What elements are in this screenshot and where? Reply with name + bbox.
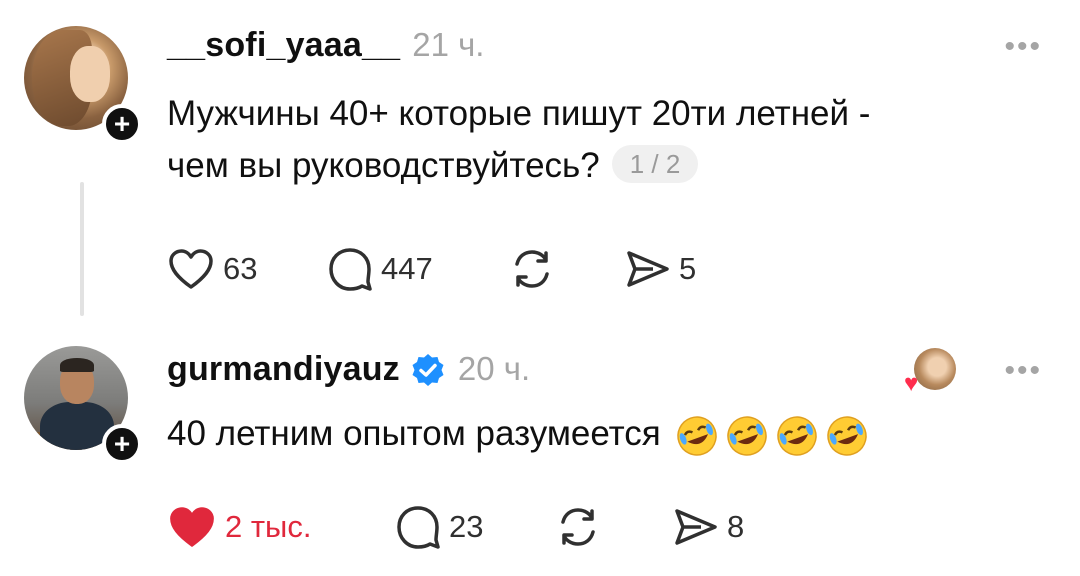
post-text: 40 летним опытом разумеется <box>167 414 661 453</box>
laughing-emoji-icon <box>677 416 717 456</box>
like-count: 2 тыс. <box>225 509 312 544</box>
laughing-emoji-icon <box>727 416 767 456</box>
more-options-icon[interactable]: ••• <box>1004 30 1042 64</box>
thread-post-2: + gurmandiyauz 20 ч. ♥ ••• 40 летним опы… <box>0 330 1080 576</box>
send-icon <box>627 251 669 287</box>
send-icon <box>675 509 717 545</box>
laughing-emoji-icon <box>777 416 817 456</box>
more-options-icon[interactable]: ••• <box>1004 354 1042 388</box>
share-count: 5 <box>679 251 697 286</box>
action-bar: 2 тыс. 23 8 <box>167 504 744 550</box>
post-text-line: Мужчины 40+ которые пишут 20ти летней - <box>167 94 871 133</box>
page-indicator[interactable]: 1 / 2 <box>611 144 699 183</box>
repost-icon <box>561 508 595 546</box>
post-header: __sofi_yaaa__ 21 ч. <box>167 26 484 65</box>
like-button[interactable]: 63 <box>167 247 327 291</box>
heart-filled-icon <box>170 507 214 547</box>
username[interactable]: __sofi_yaaa__ <box>167 26 400 65</box>
comment-button[interactable]: 447 <box>327 246 509 292</box>
repost-button[interactable] <box>555 504 671 550</box>
repost-button[interactable] <box>509 246 623 292</box>
post-text-line: чем вы руководствуйтесь? <box>167 146 600 185</box>
like-count: 63 <box>223 251 258 286</box>
heart-icon <box>169 249 213 289</box>
author-liked-indicator: ♥ <box>904 348 956 397</box>
action-bar: 63 447 5 <box>167 246 696 292</box>
verified-badge-icon <box>412 353 444 386</box>
comment-bubble-icon <box>397 506 440 549</box>
post-header: gurmandiyauz 20 ч. <box>167 350 530 389</box>
repost-icon <box>515 250 549 288</box>
author-avatar[interactable]: + <box>24 346 142 464</box>
follow-plus-icon[interactable]: + <box>102 104 142 144</box>
timestamp: 20 ч. <box>457 350 531 387</box>
comment-button[interactable]: 23 <box>395 504 555 550</box>
emoji-group <box>675 414 869 458</box>
timestamp: 21 ч. <box>412 26 485 63</box>
post-body: Мужчины 40+ которые пишут 20ти летней - … <box>167 88 870 192</box>
share-button[interactable]: 8 <box>671 505 744 549</box>
share-button[interactable]: 5 <box>623 247 696 291</box>
comment-count: 447 <box>381 251 433 286</box>
heart-badge-icon: ♥ <box>904 370 919 397</box>
thread-connector-line <box>80 182 84 316</box>
post-body: 40 летним опытом разумеется <box>167 408 869 460</box>
comment-bubble-icon <box>329 248 372 291</box>
username[interactable]: gurmandiyauz <box>167 350 400 389</box>
author-mini-avatar <box>914 348 956 390</box>
follow-plus-icon[interactable]: + <box>102 424 142 464</box>
share-count: 8 <box>727 509 745 544</box>
like-button[interactable]: 2 тыс. <box>167 504 395 550</box>
comment-count: 23 <box>449 509 484 544</box>
laughing-emoji-icon <box>827 416 867 456</box>
thread-post-1: + __sofi_yaaa__ 21 ч. ••• Мужчины 40+ ко… <box>0 0 1080 330</box>
author-avatar[interactable]: + <box>24 26 142 144</box>
